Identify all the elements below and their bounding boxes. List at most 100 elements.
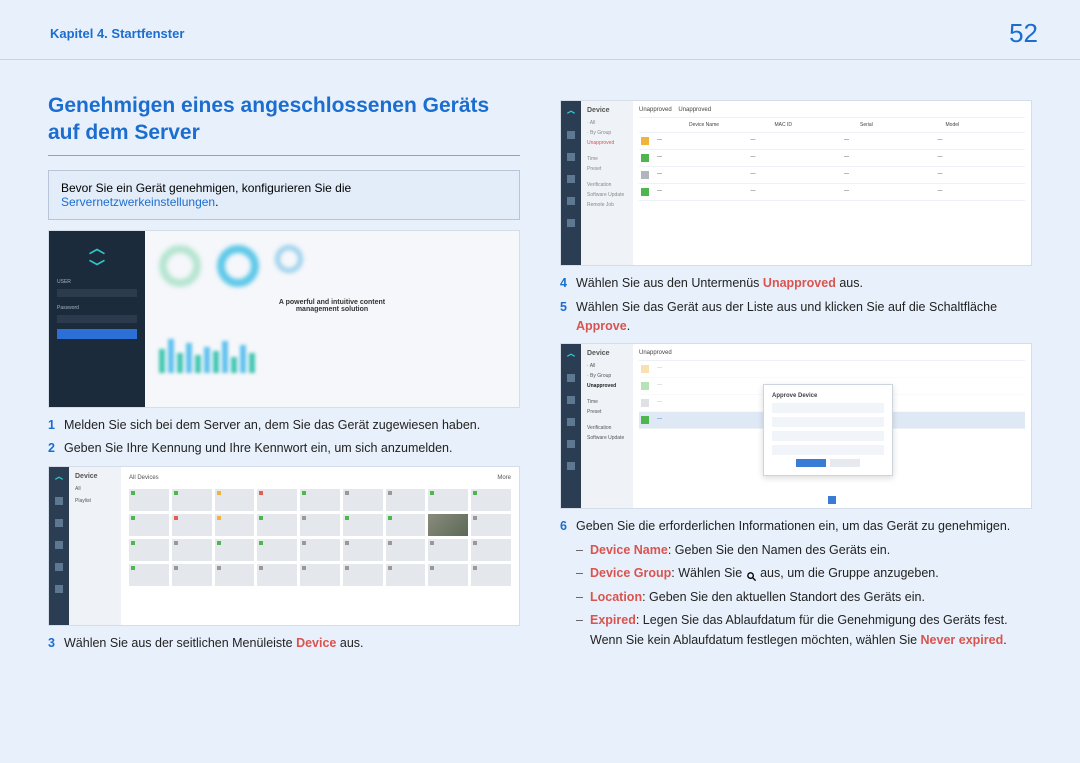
rail-item[interactable] <box>567 131 575 139</box>
rail-item[interactable] <box>567 175 575 183</box>
rail-item[interactable] <box>567 219 575 227</box>
modal-field-device-name[interactable] <box>772 403 884 413</box>
substep-device-group: – Device Group: Wählen Sie aus, um die G… <box>576 564 1032 583</box>
rail-item[interactable] <box>567 462 575 470</box>
sidebar-item[interactable]: · By Group <box>587 373 627 379</box>
tile[interactable] <box>129 514 169 536</box>
rail-item[interactable] <box>55 497 63 505</box>
tile[interactable] <box>172 489 212 511</box>
tile[interactable] <box>300 514 340 536</box>
sidebar-item-unapproved[interactable]: Unapproved <box>587 140 627 146</box>
list-row[interactable]: ———— <box>639 167 1025 184</box>
tile[interactable] <box>300 489 340 511</box>
tile[interactable] <box>257 514 297 536</box>
tile[interactable] <box>215 539 255 561</box>
rail-item[interactable] <box>567 440 575 448</box>
rail-item[interactable] <box>55 563 63 571</box>
list-row[interactable]: ———— <box>639 150 1025 167</box>
list-row[interactable]: ———— <box>639 133 1025 150</box>
fig1-caption2: management solution <box>159 306 505 313</box>
tile[interactable] <box>300 564 340 586</box>
tile-thumbnail[interactable] <box>428 514 468 536</box>
tile[interactable] <box>386 564 426 586</box>
tile[interactable] <box>471 514 511 536</box>
step-num: 6 <box>560 517 576 536</box>
modal-cancel-button[interactable] <box>830 459 860 467</box>
tile[interactable] <box>215 489 255 511</box>
sub-label: Device Name <box>590 543 668 557</box>
tile[interactable] <box>172 514 212 536</box>
t: Wählen Sie das Gerät aus der Liste aus u… <box>576 300 997 314</box>
sidebar-item[interactable]: · All <box>587 363 627 369</box>
sidebar-item[interactable]: Preset <box>587 166 627 172</box>
sidebar-item[interactable]: Playlist <box>75 498 115 504</box>
modal-field-device-group[interactable] <box>772 417 884 427</box>
rail-item[interactable] <box>567 374 575 382</box>
tile[interactable] <box>215 564 255 586</box>
modal-ok-button[interactable] <box>796 459 826 467</box>
rail-item[interactable] <box>55 585 63 593</box>
tile[interactable] <box>257 564 297 586</box>
rail-item[interactable] <box>567 197 575 205</box>
fig1-login-panel: USER Password <box>49 231 145 407</box>
signin-button[interactable] <box>57 329 137 339</box>
tile[interactable] <box>215 514 255 536</box>
tile[interactable] <box>343 564 383 586</box>
tile[interactable] <box>471 564 511 586</box>
rail-item[interactable] <box>55 519 63 527</box>
tile[interactable] <box>129 489 169 511</box>
tile[interactable] <box>257 489 297 511</box>
list-row[interactable]: ———— <box>639 184 1025 201</box>
tile[interactable] <box>471 489 511 511</box>
sidebar-item[interactable]: Verification <box>587 425 627 431</box>
tile[interactable] <box>386 514 426 536</box>
sidebar-item-unapproved[interactable]: Unapproved <box>587 383 627 389</box>
figure-approve-modal: Device · All · By Group Unapproved Time … <box>560 343 1032 509</box>
tile[interactable] <box>129 539 169 561</box>
sidebar-item[interactable]: All <box>75 486 115 492</box>
sidebar-item[interactable]: Preset <box>587 409 627 415</box>
sidebar-item[interactable]: · By Group <box>587 130 627 136</box>
tile[interactable] <box>386 539 426 561</box>
sidebar-item[interactable]: · All <box>587 120 627 126</box>
tile[interactable] <box>172 539 212 561</box>
sidebar: Device · All · By Group Unapproved Time … <box>581 344 633 508</box>
modal-field-location[interactable] <box>772 431 884 441</box>
tile[interactable] <box>386 489 426 511</box>
rail-item[interactable] <box>567 396 575 404</box>
step-num: 4 <box>560 274 576 293</box>
tile[interactable] <box>300 539 340 561</box>
rail-item[interactable] <box>567 153 575 161</box>
figure-device-grid: Device All Playlist All Devices More <box>48 466 520 626</box>
tile[interactable] <box>343 539 383 561</box>
sidebar-item[interactable]: Software Update <box>587 435 627 441</box>
sidebar-item[interactable]: Time <box>587 156 627 162</box>
list-row[interactable]: — <box>639 361 1025 378</box>
bar-chart <box>159 333 505 373</box>
tile[interactable] <box>428 489 468 511</box>
tile[interactable] <box>343 514 383 536</box>
sidebar-item[interactable]: Remote Job <box>587 202 627 208</box>
modal-field-expired[interactable] <box>772 445 884 455</box>
tab[interactable]: More <box>497 475 511 481</box>
page-header: Kapitel 4. Startfenster 52 <box>0 0 1080 60</box>
info-box: Bevor Sie ein Gerät genehmigen, konfigur… <box>48 170 520 220</box>
rail-item[interactable] <box>567 418 575 426</box>
username-input[interactable] <box>57 289 137 297</box>
sidebar-item[interactable]: Software Update <box>587 192 627 198</box>
server-settings-link[interactable]: Servernetzwerkeinstellungen <box>61 195 215 209</box>
password-input[interactable] <box>57 315 137 323</box>
tab[interactable]: All Devices <box>129 475 159 481</box>
sidebar-item[interactable]: Time <box>587 399 627 405</box>
tile[interactable] <box>129 564 169 586</box>
tile[interactable] <box>343 489 383 511</box>
tile[interactable] <box>172 564 212 586</box>
sidebar-title: Device <box>587 107 627 114</box>
tile[interactable] <box>257 539 297 561</box>
tile[interactable] <box>471 539 511 561</box>
sidebar-item[interactable]: Verification <box>587 182 627 188</box>
rail-item[interactable] <box>55 541 63 549</box>
tile[interactable] <box>428 539 468 561</box>
step-num: 1 <box>48 416 64 435</box>
tile[interactable] <box>428 564 468 586</box>
